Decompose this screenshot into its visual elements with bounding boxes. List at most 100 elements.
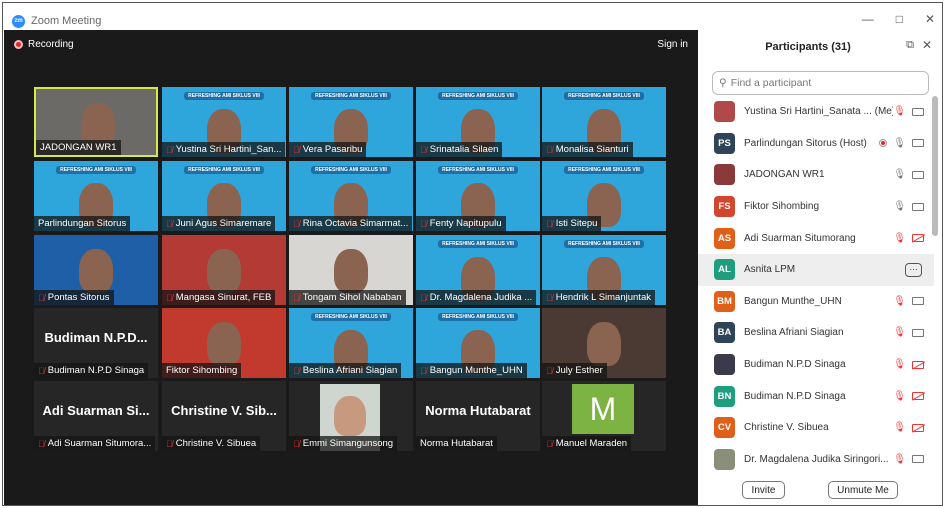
video-off-icon[interactable]	[912, 234, 924, 243]
slide-banner: REFRESHING AMI SIKLUS VIII	[289, 166, 413, 174]
tile-name-label: 🎙̸ Isti Sitepu	[542, 216, 602, 231]
avatar: BN	[714, 385, 735, 407]
video-tile[interactable]: Adi Suarman Si... 🎙̸ Adi Suarman Situmora.…	[34, 381, 158, 451]
video-tile[interactable]: REFRESHING AMI SIKLUS VIII Parlindungan S…	[34, 161, 158, 231]
tile-name-label: Fiktor Sihombing	[162, 363, 242, 378]
video-tile[interactable]: REFRESHING AMI SIKLUS VIII 🎙̸ Fenty Napitu…	[416, 161, 540, 231]
participant-row[interactable]: Dr. Magdalena Judika Siringori... 🎙	[698, 444, 934, 476]
video-tile[interactable]: REFRESHING AMI SIKLUS VIII 🎙̸ Dr. Magdalen…	[416, 235, 540, 305]
mic-muted-icon[interactable]: 🎙	[893, 391, 906, 402]
video-icon[interactable]	[912, 139, 924, 148]
mic-muted-icon[interactable]: 🎙	[893, 233, 906, 244]
tile-name-label: Parlindungan Sitorus	[34, 216, 131, 231]
video-tile[interactable]: REFRESHING AMI SIKLUS VIII 🎙̸ Srinatalia S…	[416, 87, 540, 157]
participant-row[interactable]: BA Beslina Afriani Siagian 🎙	[698, 317, 934, 349]
close-icon[interactable]: ✕	[925, 12, 935, 26]
tile-name-label: JADONGAN WR1	[36, 140, 121, 155]
more-options-button[interactable]: ···	[905, 262, 922, 277]
video-off-icon[interactable]	[912, 392, 924, 401]
video-tile[interactable]: 🎙̸ Mangasa Sinurat, FEB	[162, 235, 286, 305]
video-tile[interactable]: 🎙̸ Emmi Simangunsong	[289, 381, 413, 451]
participant-name: Christine V. Sibuea	[744, 422, 829, 434]
participant-row[interactable]: JADONGAN WR1 🎙	[698, 159, 934, 191]
video-tile[interactable]: 🎙̸ Pontas Sitorus	[34, 235, 158, 305]
sign-in-link[interactable]: Sign in	[657, 39, 688, 50]
maximize-icon[interactable]: □	[896, 12, 903, 26]
avatar: PS	[714, 132, 735, 154]
mic-muted-icon: 🎙̸	[546, 144, 553, 155]
video-tile[interactable]: REFRESHING AMI SIKLUS VIII 🎙̸ Bangun Munth…	[416, 308, 540, 378]
unmute-me-button[interactable]: Unmute Me	[828, 481, 898, 499]
mic-muted-icon: 🎙̸	[546, 438, 553, 449]
mic-icon[interactable]: 🎙	[893, 138, 906, 149]
scrollbar[interactable]	[932, 96, 938, 236]
video-tile[interactable]: REFRESHING AMI SIKLUS VIII 🎙̸ Juni Agus Si…	[162, 161, 286, 231]
video-tile[interactable]: JADONGAN WR1	[34, 87, 158, 157]
participant-row[interactable]: AS Adi Suarman Situmorang 🎙	[698, 222, 934, 254]
tile-name-label: 🎙̸ Tongam Sihol Nababan	[289, 290, 406, 305]
video-tile[interactable]: 🎙̸ July Esther	[542, 308, 666, 378]
video-tile[interactable]: REFRESHING AMI SIKLUS VIII 🎙̸ Beslina Afri…	[289, 308, 413, 378]
mic-muted-icon[interactable]: 🎙	[893, 327, 906, 338]
mic-muted-icon: 🎙̸	[38, 292, 45, 303]
video-tile[interactable]: REFRESHING AMI SIKLUS VIII 🎙̸ Hendrik L Si…	[542, 235, 666, 305]
participant-row[interactable]: PS Parlindungan Sitorus (Host) 🎙	[698, 128, 934, 160]
participant-name: Dr. Magdalena Judika Siringori...	[744, 453, 889, 465]
video-tile[interactable]: REFRESHING AMI SIKLUS VIII 🎙̸ Vera Pasarib…	[289, 87, 413, 157]
video-tile[interactable]: Fiktor Sihombing	[162, 308, 286, 378]
video-tile[interactable]: Norma Hutabarat Norma Hutabarat	[416, 381, 540, 451]
mic-icon[interactable]: 🎙	[893, 201, 906, 212]
tile-name-label: 🎙̸ Adi Suarman Situmora...	[34, 436, 156, 451]
mic-muted-icon[interactable]: 🎙	[893, 454, 906, 465]
video-off-icon[interactable]	[912, 423, 924, 432]
video-tile[interactable]: REFRESHING AMI SIKLUS VIII 🎙̸ Monalisa Sia…	[542, 87, 666, 157]
participant-name: Beslina Afriani Siagian	[744, 327, 844, 339]
participant-row[interactable]: AL Asnita LPM ···	[698, 253, 934, 286]
video-icon[interactable]	[912, 107, 924, 116]
tile-name-label: 🎙̸ Pontas Sitorus	[34, 290, 114, 305]
mic-muted-icon: 🎙̸	[38, 365, 45, 376]
video-tile[interactable]: 🎙̸ Tongam Sihol Nababan	[289, 235, 413, 305]
video-off-icon[interactable]	[912, 360, 924, 369]
video-icon[interactable]	[912, 170, 924, 179]
video-tile[interactable]: Christine V. Sib... 🎙̸ Christine V. Sibuea	[162, 381, 286, 451]
video-tile[interactable]: REFRESHING AMI SIKLUS VIII 🎙̸ Isti Sitepu	[542, 161, 666, 231]
video-icon[interactable]	[912, 297, 924, 306]
video-tile[interactable]: REFRESHING AMI SIKLUS VIII 🎙̸ Rina Octavia…	[289, 161, 413, 231]
participant-row[interactable]: Budiman N.P.D Sinaga 🎙	[698, 349, 934, 381]
mic-muted-icon[interactable]: 🎙	[893, 359, 906, 370]
display-name-large: Norma Hutabarat	[425, 403, 531, 418]
close-panel-icon[interactable]: ✕	[922, 38, 932, 52]
video-icon[interactable]	[912, 328, 924, 337]
display-name-large: Budiman N.P.D...	[44, 330, 148, 345]
participant-row[interactable]: CV Christine V. Sibuea 🎙	[698, 412, 934, 444]
participant-row[interactable]: BN Budiman N.P.D Sinaga 🎙	[698, 380, 934, 412]
pop-out-icon[interactable]: ⧉	[906, 39, 914, 52]
video-tile[interactable]: M 🎙̸ Manuel Maraden	[542, 381, 666, 451]
minimize-icon[interactable]: —	[862, 12, 874, 26]
zoom-logo: zm	[12, 14, 25, 28]
mic-muted-icon: 🎙̸	[38, 438, 45, 449]
video-tile[interactable]: REFRESHING AMI SIKLUS VIII 🎙̸ Yustina Sri …	[162, 87, 286, 157]
mic-muted-icon[interactable]: 🎙	[893, 106, 906, 117]
participant-video	[207, 249, 241, 293]
participant-row[interactable]: FS Fiktor Sihombing 🎙	[698, 191, 934, 223]
participant-row[interactable]: BM Bangun Munthe_UHN 🎙	[698, 286, 934, 318]
participant-row[interactable]: Yustina Sri Hartini_Sanata ... (Me) 🎙	[698, 96, 934, 128]
participant-name: Adi Suarman Situmorang	[744, 232, 856, 244]
tile-name-label: 🎙̸ July Esther	[542, 363, 607, 378]
video-icon[interactable]	[912, 202, 924, 211]
participant-name: Fiktor Sihombing	[744, 201, 820, 213]
participant-list: Yustina Sri Hartini_Sanata ... (Me) 🎙 PS…	[698, 96, 934, 475]
mic-muted-icon[interactable]: 🎙	[893, 296, 906, 307]
mic-icon[interactable]: 🎙	[893, 169, 906, 180]
invite-button[interactable]: Invite	[742, 481, 785, 499]
recording-indicator[interactable]: Recording	[14, 39, 74, 50]
participant-search-input[interactable]: ⚲ Find a participant	[712, 71, 929, 95]
slide-banner: REFRESHING AMI SIKLUS VIII	[162, 166, 286, 174]
video-icon[interactable]	[912, 455, 924, 464]
mic-muted-icon[interactable]: 🎙	[893, 422, 906, 433]
tile-name-label: 🎙̸ Bangun Munthe_UHN	[416, 363, 527, 378]
participant-name: Budiman N.P.D Sinaga	[744, 359, 846, 371]
video-tile[interactable]: Budiman N.P.D... 🎙̸ Budiman N.P.D Sinaga	[34, 308, 158, 378]
